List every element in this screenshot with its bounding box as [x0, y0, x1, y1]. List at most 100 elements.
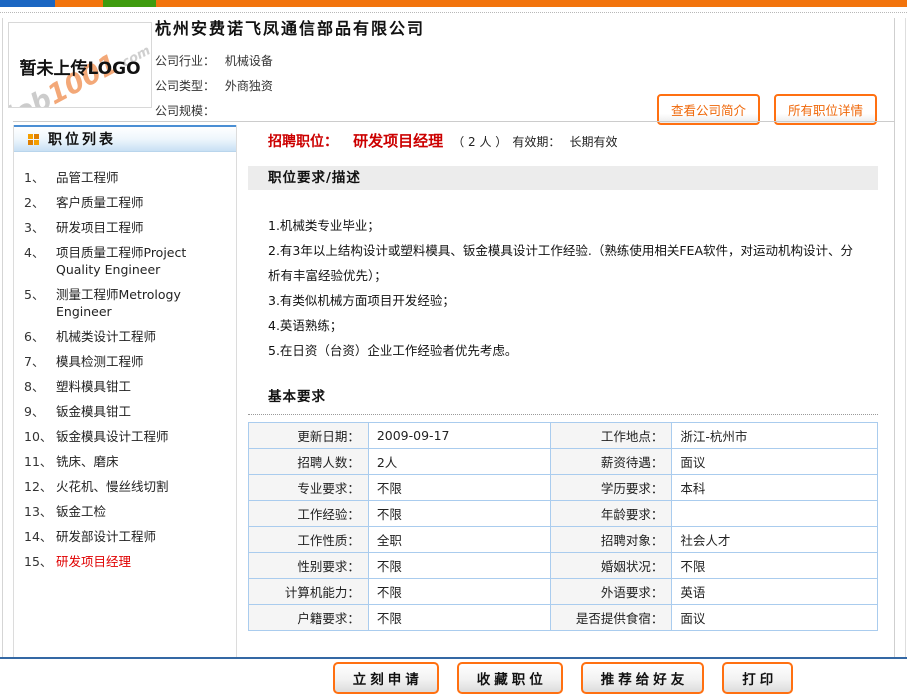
- basic-requirements-table: 更新日期： 2009-09-17 工作地点： 浙江-杭州市 招聘人数： 2人 薪…: [248, 422, 878, 631]
- field-label: 工作地点：: [550, 423, 672, 449]
- job-list-item-active[interactable]: 15、研发项目经理: [24, 549, 232, 574]
- job-list-title: 职位列表: [48, 129, 116, 149]
- job-item-number: 1、: [24, 169, 56, 186]
- job-list-item[interactable]: 7、模具检测工程师: [24, 349, 232, 374]
- job-item-number: 2、: [24, 194, 56, 211]
- job-item-number: 8、: [24, 378, 56, 395]
- save-job-button[interactable]: 收藏职位: [457, 662, 563, 694]
- company-name: 杭州安费诺飞凤通信部品有限公司: [155, 15, 425, 39]
- logo-placeholder-text: 暂未上传LOGO: [9, 54, 151, 79]
- topbar-segment-green: [103, 0, 156, 7]
- validity-label: 有效期：: [512, 135, 560, 149]
- field-label: 计算机能力：: [249, 579, 369, 605]
- field-label: 学历要求：: [550, 475, 672, 501]
- field-label: 户籍要求：: [249, 605, 369, 631]
- field-value: 不限: [672, 553, 878, 579]
- table-row: 招聘人数： 2人 薪资待遇： 面议: [249, 449, 878, 475]
- job-item-label: 钣金工检: [56, 503, 232, 520]
- job-item-number: 14、: [24, 528, 56, 545]
- job-list-item[interactable]: 5、测量工程师Metrology Engineer: [24, 282, 232, 324]
- field-label: 是否提供食宿：: [550, 605, 672, 631]
- job-item-label: 钣金模具设计工程师: [56, 428, 232, 445]
- field-value: 不限: [368, 475, 550, 501]
- field-label: 性别要求：: [249, 553, 369, 579]
- job-item-label: 研发部设计工程师: [56, 528, 232, 545]
- job-item-number: 9、: [24, 403, 56, 420]
- field-value: 不限: [368, 605, 550, 631]
- recommend-friend-button[interactable]: 推荐给好友: [581, 662, 705, 694]
- field-value: 浙江-杭州市: [672, 423, 878, 449]
- field-label: 专业要求：: [249, 475, 369, 501]
- job-list-item[interactable]: 13、钣金工检: [24, 499, 232, 524]
- field-label: 婚姻状况：: [550, 553, 672, 579]
- field-value: 英语: [672, 579, 878, 605]
- job-item-label: 客户质量工程师: [56, 194, 232, 211]
- description-line: 4.英语熟练；: [268, 313, 864, 338]
- job-description: 1.机械类专业毕业； 2.有3年以上结构设计或塑料模具、钣金模具设计工作经验.（…: [248, 190, 878, 369]
- job-item-number: 3、: [24, 219, 56, 236]
- company-type-value: 外商独资: [225, 79, 273, 93]
- job-item-number: 13、: [24, 503, 56, 520]
- job-list-item[interactable]: 4、项目质量工程师Project Quality Engineer: [24, 240, 232, 282]
- company-type-row: 公司类型： 外商独资: [155, 74, 425, 99]
- company-industry-label: 公司行业：: [155, 54, 215, 68]
- job-detail-panel: 招聘职位： 研发项目经理 （ 2 人 ） 有效期： 长期有效 职位要求/描述 1…: [248, 130, 878, 694]
- topbar-segment-orange: [55, 0, 103, 7]
- apply-now-button[interactable]: 立刻申请: [333, 662, 439, 694]
- job-item-label: 机械类设计工程师: [56, 328, 232, 345]
- job-list-item[interactable]: 1、品管工程师: [24, 165, 232, 190]
- job-item-label: 塑料模具钳工: [56, 378, 232, 395]
- page-left-border: [2, 18, 3, 659]
- job-list-item[interactable]: 11、铣床、磨床: [24, 449, 232, 474]
- company-logo-placeholder: job1001.com 暂未上传LOGO: [8, 22, 152, 108]
- job-list-item[interactable]: 6、机械类设计工程师: [24, 324, 232, 349]
- field-label: 年龄要求：: [550, 501, 672, 527]
- table-row: 性别要求： 不限 婚姻状况： 不限: [249, 553, 878, 579]
- field-value: 社会人才: [672, 527, 878, 553]
- table-row: 工作经验： 不限 年龄要求：: [249, 501, 878, 527]
- job-item-number: 5、: [24, 286, 56, 320]
- grid-icon: [28, 134, 39, 145]
- job-list-item[interactable]: 10、钣金模具设计工程师: [24, 424, 232, 449]
- topbar-segment-orange-long: [156, 0, 907, 7]
- field-label: 工作性质：: [249, 527, 369, 553]
- field-value: 本科: [672, 475, 878, 501]
- job-list-item[interactable]: 9、钣金模具钳工: [24, 399, 232, 424]
- job-list: 1、品管工程师 2、客户质量工程师 3、研发项目工程师 4、项目质量工程师Pro…: [14, 152, 236, 574]
- headcount: （ 2 人 ）: [452, 135, 507, 149]
- job-item-number: 11、: [24, 453, 56, 470]
- dotted-separator: [0, 12, 907, 13]
- job-title: 研发项目经理: [353, 132, 443, 150]
- description-line: 5.在日资（台资）企业工作经验者优先考虑。: [268, 338, 864, 363]
- description-line: 3.有类似机械方面项目开发经验；: [268, 288, 864, 313]
- page-right-border-inner: [894, 18, 895, 659]
- description-section-title: 职位要求/描述: [248, 166, 878, 190]
- job-item-label: 研发项目工程师: [56, 219, 232, 236]
- top-color-bar: [0, 0, 907, 7]
- job-item-number: 10、: [24, 428, 56, 445]
- print-button[interactable]: 打印: [722, 662, 793, 694]
- page-right-border-outer: [905, 18, 906, 659]
- job-item-label: 火花机、慢丝线切割: [56, 478, 232, 495]
- job-item-number: 12、: [24, 478, 56, 495]
- validity-value: 长期有效: [570, 135, 618, 149]
- job-item-label: 品管工程师: [56, 169, 232, 186]
- job-header: 招聘职位： 研发项目经理 （ 2 人 ） 有效期： 长期有效: [248, 130, 878, 151]
- header-divider: [13, 121, 895, 122]
- job-list-item[interactable]: 14、研发部设计工程师: [24, 524, 232, 549]
- field-value: 2人: [368, 449, 550, 475]
- topbar-segment-blue: [0, 0, 55, 7]
- field-label: 工作经验：: [249, 501, 369, 527]
- action-buttons: 立刻申请 收藏职位 推荐给好友 打印: [248, 662, 878, 694]
- job-list-item[interactable]: 8、塑料模具钳工: [24, 374, 232, 399]
- job-list-item[interactable]: 2、客户质量工程师: [24, 190, 232, 215]
- company-info: 杭州安费诺飞凤通信部品有限公司 公司行业： 机械设备 公司类型： 外商独资 公司…: [155, 15, 425, 124]
- job-list-item[interactable]: 3、研发项目工程师: [24, 215, 232, 240]
- job-list-header: 职位列表: [14, 125, 236, 152]
- table-row: 工作性质： 全职 招聘对象： 社会人才: [249, 527, 878, 553]
- field-label: 招聘对象：: [550, 527, 672, 553]
- company-industry-row: 公司行业： 机械设备: [155, 49, 425, 74]
- field-label: 薪资待遇：: [550, 449, 672, 475]
- job-list-item[interactable]: 12、火花机、慢丝线切割: [24, 474, 232, 499]
- job-item-number: 7、: [24, 353, 56, 370]
